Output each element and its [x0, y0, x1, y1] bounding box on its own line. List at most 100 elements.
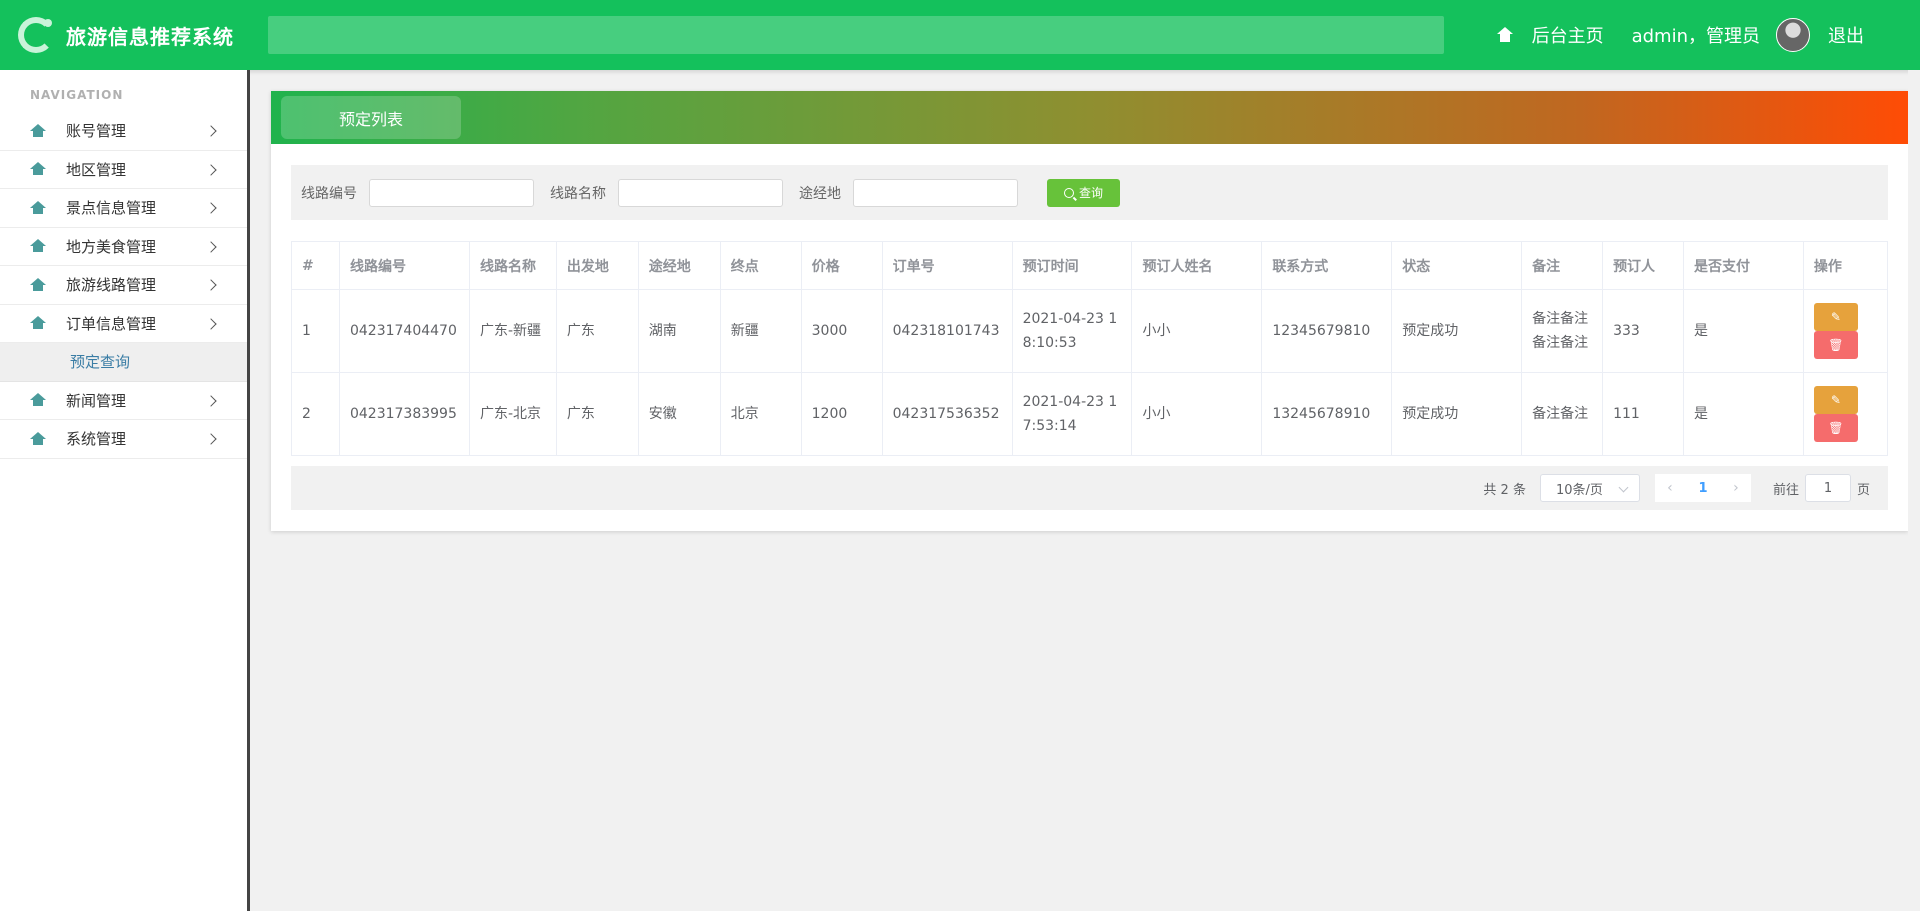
chevron-right-icon [205, 279, 217, 291]
sidebar-item-label: 新闻管理 [66, 391, 127, 410]
home-icon [30, 123, 46, 138]
edit-button[interactable]: ✎ [1813, 303, 1858, 331]
home-icon [30, 393, 46, 407]
table-cell: 小小 [1131, 372, 1263, 456]
home-icon[interactable] [1496, 27, 1514, 43]
table-cell: 3000 [800, 289, 883, 373]
column-header: 联系方式 [1261, 241, 1393, 290]
page-jump: 前往 1 页 [1773, 474, 1870, 502]
chevron-right-icon [205, 433, 217, 445]
trash-icon: 🗑 [1828, 338, 1844, 352]
column-header: 订单号 [881, 241, 1013, 290]
goto-prefix: 前往 [1772, 482, 1799, 498]
panel-header: 预定列表 [271, 91, 1908, 144]
chevron-right-icon [205, 202, 217, 214]
sidebar-item-scenic[interactable]: 景点信息管理 [0, 189, 247, 228]
edit-icon: ✎ [1830, 310, 1841, 324]
delete-button[interactable]: 🗑 [1813, 414, 1858, 442]
sidebar-subitem-booking-query[interactable]: 预定查询 [0, 343, 247, 382]
actions-cell: ✎ 🗑 [1802, 289, 1889, 373]
table-cell: 042317383995 [338, 372, 470, 456]
chevron-right-icon [205, 240, 217, 253]
table-cell: 13245678910 [1261, 372, 1393, 456]
sidebar-item-label: 系统管理 [66, 430, 127, 449]
sidebar: NAVIGATION 账号管理 地区管理 景点信息管理 地方美食管理 旅游线路管… [0, 70, 250, 911]
chevron-right-icon [205, 125, 217, 137]
actions-cell: ✎ 🗑 [1802, 372, 1889, 456]
search-icon [1063, 187, 1074, 198]
header-actions: 后台主页 admin，管理员 退出 [1496, 0, 1864, 70]
route-code-label: 线路编号 [301, 185, 357, 202]
search-button[interactable]: 查询 [1047, 178, 1120, 207]
home-link[interactable]: 后台主页 [1532, 22, 1604, 48]
route-name-input[interactable] [618, 178, 783, 207]
search-button-label: 查询 [1078, 186, 1103, 200]
total-count: 共 2 条 [1483, 482, 1526, 498]
table-cell: 是 [1683, 289, 1804, 373]
table-cell: 广东-北京 [468, 372, 557, 456]
table-cell: 北京 [719, 372, 802, 456]
route-code-input[interactable] [369, 178, 534, 207]
sidebar-item-label: 地方美食管理 [66, 237, 157, 256]
table-cell: 1 [291, 289, 340, 373]
goto-suffix: 页 [1856, 482, 1870, 498]
current-page[interactable]: 1 [1685, 481, 1721, 496]
delete-button[interactable]: 🗑 [1813, 331, 1858, 359]
next-page-icon[interactable]: › [1721, 480, 1751, 496]
header-search-bar [268, 16, 1444, 54]
sidebar-item-news[interactable]: 新闻管理 [0, 382, 247, 420]
table-cell: 2021-04-23 18:10:53 [1011, 289, 1133, 373]
column-header: 线路名称 [468, 241, 557, 290]
table-cell: 小小 [1131, 289, 1263, 373]
table-row: 2 042317383995 广东-北京 广东 安徽 北京 1200 04231… [291, 372, 1889, 456]
home-icon [30, 162, 46, 176]
sidebar-item-route[interactable]: 旅游线路管理 [0, 266, 247, 305]
logo-icon [18, 17, 54, 53]
chevron-right-icon [205, 394, 217, 407]
tab-booking-list[interactable]: 预定列表 [281, 96, 461, 139]
sidebar-item-orders[interactable]: 订单信息管理 [0, 305, 247, 343]
logo: 旅游信息推荐系统 [18, 17, 268, 53]
sidebar-item-label: 订单信息管理 [66, 314, 157, 333]
column-header: 出发地 [555, 241, 639, 290]
sidebar-item-label: 景点信息管理 [66, 199, 157, 218]
page-size-select[interactable]: 10条/页 [1539, 474, 1640, 502]
table-cell: 333 [1602, 289, 1684, 373]
table-cell: 111 [1602, 372, 1684, 456]
prev-page-icon[interactable]: ‹ [1655, 480, 1685, 496]
nav-caption: NAVIGATION [30, 88, 124, 102]
goto-page-input[interactable]: 1 [1804, 474, 1851, 502]
route-name-label: 线路名称 [550, 185, 606, 202]
avatar[interactable] [1776, 18, 1810, 52]
home-icon [30, 239, 46, 253]
search-bar: 线路编号 线路名称 途经地 查询 [291, 165, 1888, 220]
edit-button[interactable]: ✎ [1813, 386, 1858, 414]
table-cell: 042317404470 [338, 289, 470, 373]
booking-table: # 线路编号 线路名称 出发地 途经地 终点 价格 订单号 预订时间 预订人姓名… [291, 241, 1889, 456]
sidebar-item-region[interactable]: 地区管理 [0, 151, 247, 189]
logout-link[interactable]: 退出 [1828, 22, 1864, 48]
page-scrollbar[interactable] [1908, 70, 1920, 911]
home-icon [30, 277, 46, 292]
table-cell: 广东-新疆 [468, 289, 557, 373]
sidebar-item-food[interactable]: 地方美食管理 [0, 228, 247, 266]
table-cell: 湖南 [637, 289, 721, 373]
edit-icon: ✎ [1830, 393, 1841, 407]
sidebar-item-account[interactable]: 账号管理 [0, 112, 247, 151]
user-name: admin，管理员 [1631, 26, 1760, 47]
home-icon [30, 200, 46, 215]
table-cell: 1200 [800, 372, 883, 456]
table-cell: 广东 [555, 372, 639, 456]
column-header: 终点 [719, 241, 802, 290]
table-header-row: # 线路编号 线路名称 出发地 途经地 终点 价格 订单号 预订时间 预订人姓名… [291, 241, 1889, 290]
sidebar-item-label: 旅游线路管理 [66, 276, 157, 295]
column-header: 预订时间 [1011, 241, 1133, 290]
sidebar-item-system[interactable]: 系统管理 [0, 420, 247, 459]
pager-nav: ‹ 1 › [1654, 474, 1751, 502]
booking-panel: 预定列表 线路编号 线路名称 途经地 查询 # 线路编号 线路名称 出发地 途经… [271, 91, 1908, 531]
table-cell: 预定成功 [1391, 372, 1523, 456]
trash-icon: 🗑 [1828, 421, 1844, 435]
via-input[interactable] [853, 178, 1018, 207]
app-title: 旅游信息推荐系统 [66, 24, 234, 49]
table-cell: 安徽 [637, 372, 721, 456]
